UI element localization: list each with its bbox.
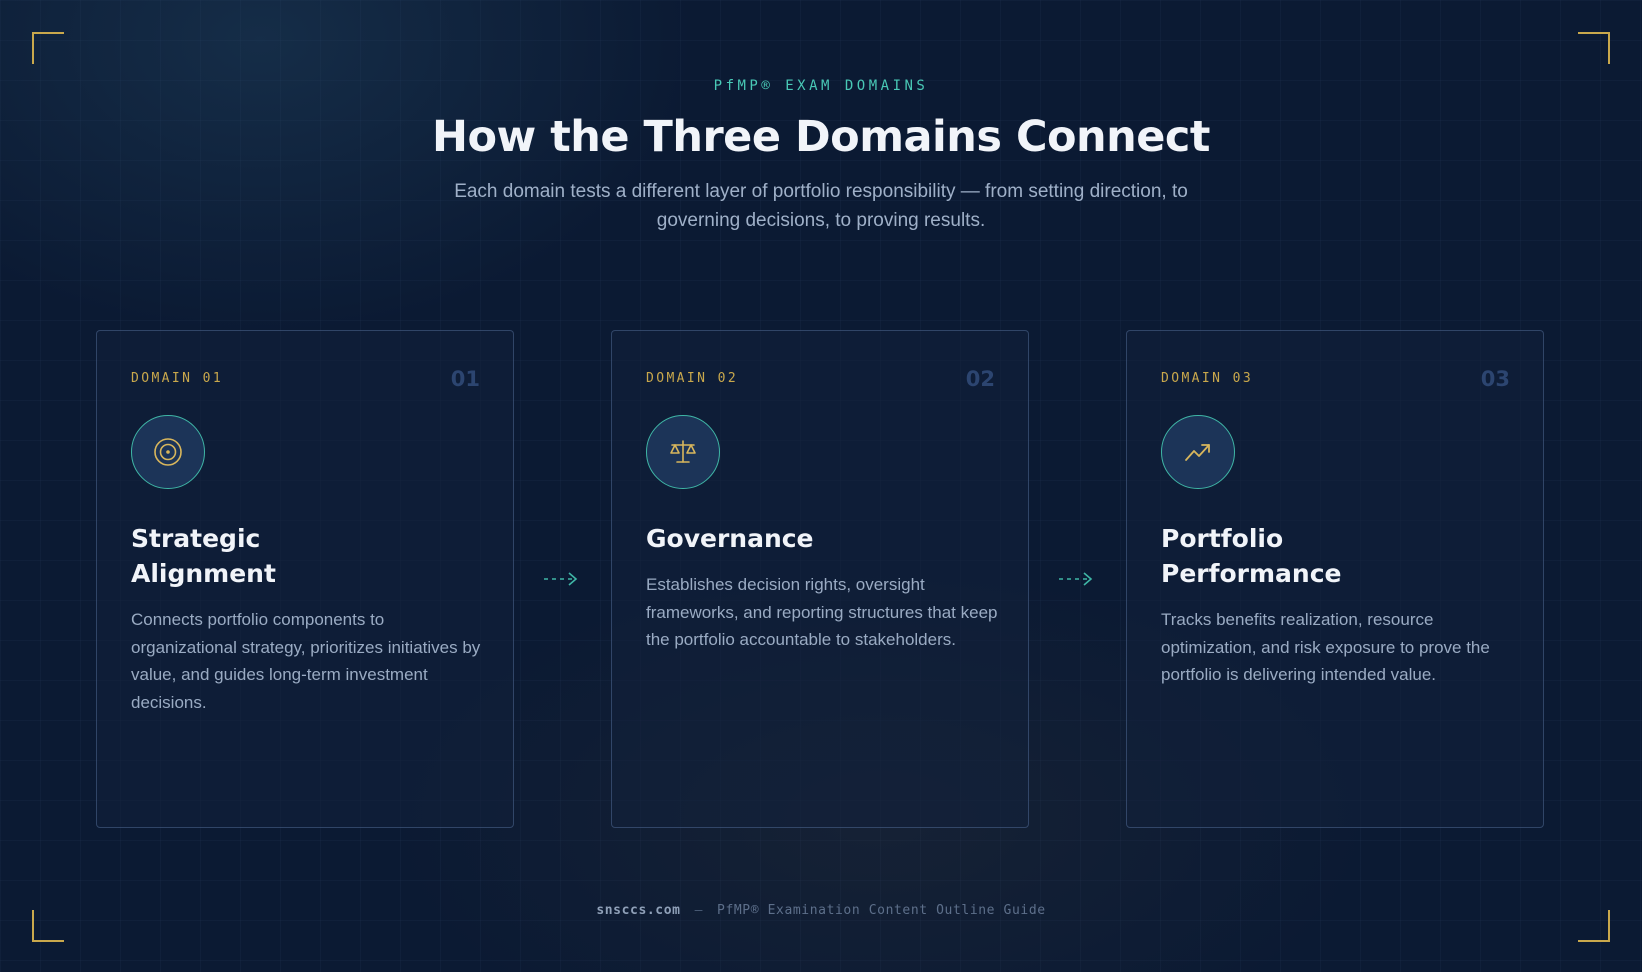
domain-title-line: Strategic <box>131 524 261 553</box>
scale-icon <box>646 415 720 489</box>
domain-title-line: Portfolio <box>1161 524 1284 553</box>
page-title: How the Three Domains Connect <box>432 112 1210 162</box>
domain-card-strategic-alignment: DOMAIN 01 01 Strategic Alignment Connect… <box>96 330 514 828</box>
domain-title-line: Alignment <box>131 559 276 588</box>
page-footer: snsccs.com — PfMP® Examination Content Out… <box>0 903 1642 918</box>
domain-card-portfolio-performance: DOMAIN 03 03 Portfolio Performance Track… <box>1126 330 1544 828</box>
domain-title: Governance <box>646 521 946 556</box>
domain-number: 03 <box>1480 367 1510 391</box>
domain-title: Strategic Alignment <box>131 521 431 591</box>
domain-label: DOMAIN 03 <box>1161 371 1254 386</box>
domain-title-line: Governance <box>646 524 814 553</box>
target-icon <box>131 415 205 489</box>
domain-title-line: Performance <box>1161 559 1342 588</box>
footer-separator: — <box>694 903 704 918</box>
domain-description: Tracks benefits realization, resource op… <box>1161 610 1490 684</box>
domain-number: 02 <box>965 367 995 391</box>
dashed-arrow-icon <box>1059 572 1093 586</box>
dashed-arrow-icon <box>544 572 578 586</box>
domain-description: Connects portfolio components to organiz… <box>131 610 481 712</box>
domain-label: DOMAIN 02 <box>646 371 739 386</box>
domain-label: DOMAIN 01 <box>131 371 224 386</box>
footer-site: snsccs.com <box>596 903 681 918</box>
eyebrow-label: PfMP® EXAM DOMAINS <box>713 78 929 94</box>
domain-title: Portfolio Performance <box>1161 521 1461 591</box>
corner-bracket-top-left <box>32 32 64 64</box>
footer-guide-title: PfMP® Examination Content Outline Guide <box>717 903 1046 918</box>
corner-bracket-top-right <box>1578 32 1610 64</box>
domain-card-governance: DOMAIN 02 02 Governance Establishes deci… <box>611 330 1029 828</box>
domain-description: Establishes decision rights, oversight f… <box>646 575 998 649</box>
domain-number: 01 <box>450 367 480 391</box>
trending-up-icon <box>1161 415 1235 489</box>
page-subtitle: Each domain tests a different layer of p… <box>454 181 1188 231</box>
